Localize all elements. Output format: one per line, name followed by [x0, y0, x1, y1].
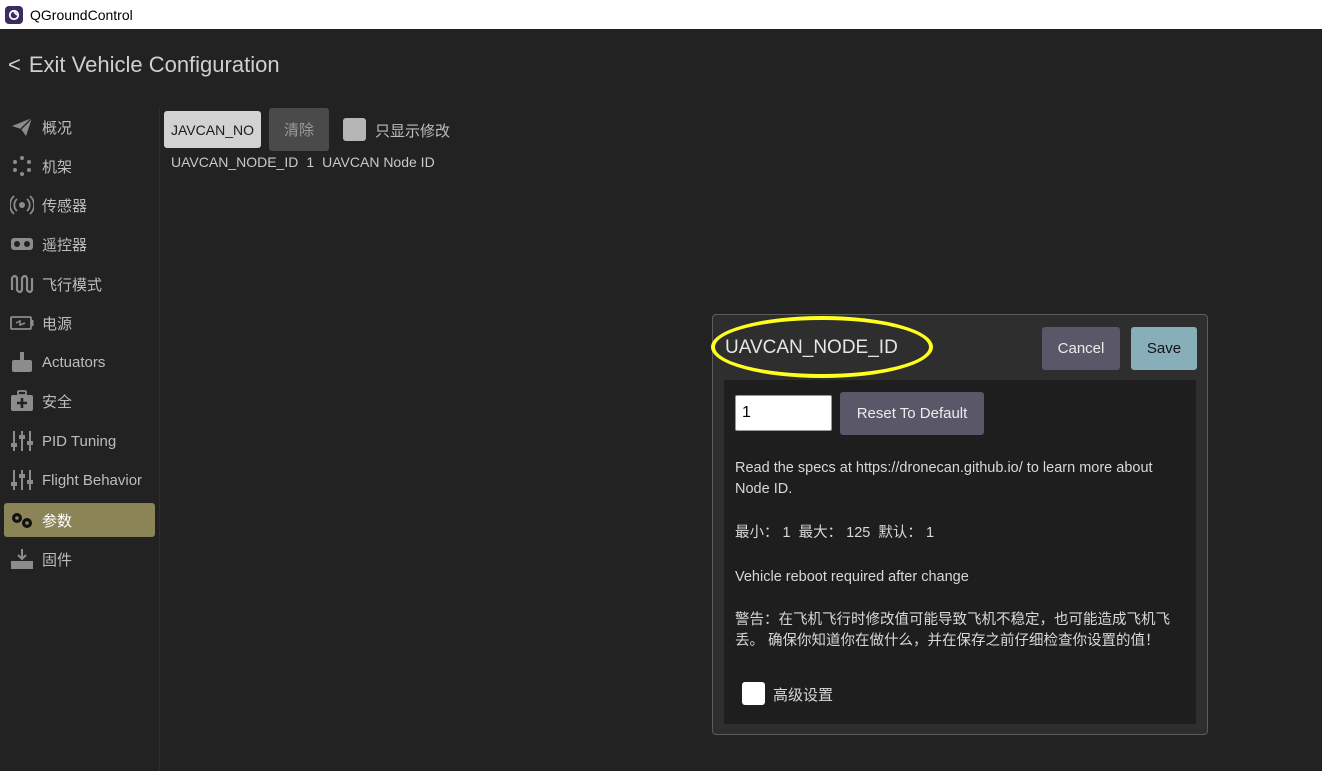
- sidebar-item-label: 遥控器: [42, 236, 88, 254]
- remote-control-icon: [10, 232, 34, 256]
- save-button[interactable]: Save: [1131, 327, 1197, 370]
- sidebar-item-flight-behavior[interactable]: Flight Behavior: [4, 463, 155, 497]
- sidebar-item-summary[interactable]: 概况: [4, 110, 155, 144]
- sidebar-item-power[interactable]: 电源: [4, 306, 155, 340]
- download-icon: [10, 547, 34, 571]
- parameter-row[interactable]: UAVCAN_NODE_ID 1 UAVCAN Node ID: [171, 152, 443, 172]
- dialog-body: Reset To Default Read the specs at https…: [724, 380, 1196, 724]
- sidebar-item-pid-tuning[interactable]: PID Tuning: [4, 424, 155, 458]
- sidebar: 概况 机架 传感器 遥控器 飞行模式 电源 Actuators 安全 PID T…: [0, 107, 160, 771]
- sidebar-item-label: PID Tuning: [42, 432, 117, 450]
- sidebar-item-label: 飞行模式: [42, 276, 103, 294]
- sidebar-item-airframe[interactable]: 机架: [4, 149, 155, 183]
- parameter-name: UAVCAN_NODE_ID: [171, 154, 299, 170]
- warning-text: 警告：在飞机飞行时修改值可能导致飞机不稳定，也可能造成飞机飞丢。 确保你知道你在…: [735, 612, 1170, 649]
- parameter-description: UAVCAN Node ID: [322, 154, 435, 170]
- sidebar-item-label: Actuators: [42, 353, 106, 371]
- sidebar-item-flight-modes[interactable]: 飞行模式: [4, 267, 155, 301]
- battery-icon: [10, 311, 34, 335]
- show-modified-only-label: 只显示修改: [375, 122, 451, 140]
- advanced-settings-checkbox[interactable]: [742, 682, 765, 705]
- range-text: 最小： 1 最大： 125 默认： 1: [735, 525, 935, 541]
- first-aid-icon: [10, 389, 34, 413]
- sidebar-item-label: 参数: [42, 512, 73, 530]
- parameter-edit-dialog: UAVCAN_NODE_ID Cancel Save Reset To Defa…: [711, 314, 1208, 735]
- exit-vehicle-configuration-button[interactable]: < Exit Vehicle Configuration: [8, 50, 280, 80]
- sliders-icon: [10, 468, 34, 492]
- sidebar-item-label: Flight Behavior: [42, 471, 143, 489]
- sidebar-item-radio[interactable]: 遥控器: [4, 227, 155, 261]
- paper-plane-icon: [10, 115, 34, 139]
- sidebar-item-label: 电源: [42, 315, 73, 333]
- reboot-required-text: Vehicle reboot required after change: [735, 569, 969, 585]
- sidebar-item-label: 固件: [42, 551, 73, 569]
- qgc-app-icon: [5, 5, 23, 24]
- sidebar-item-label: 传感器: [42, 197, 88, 215]
- reset-to-default-button[interactable]: Reset To Default: [840, 392, 984, 435]
- sidebar-item-label: 安全: [42, 393, 73, 411]
- exit-label: Exit Vehicle Configuration: [28, 52, 280, 77]
- cancel-button[interactable]: Cancel: [1042, 327, 1120, 370]
- window-title: QGroundControl: [30, 6, 133, 23]
- parameter-value-input[interactable]: [735, 395, 832, 431]
- show-modified-only-checkbox[interactable]: [343, 118, 366, 141]
- sidebar-item-actuators[interactable]: Actuators: [4, 345, 155, 379]
- sidebar-item-sensors[interactable]: 传感器: [4, 188, 155, 222]
- clear-button[interactable]: 清除: [269, 108, 329, 151]
- sidebar-item-firmware[interactable]: 固件: [4, 542, 155, 576]
- actuator-icon: [10, 350, 34, 374]
- parameter-value: 1: [306, 154, 315, 170]
- help-text: Read the specs at https://dronecan.githu…: [735, 460, 1153, 497]
- dots-circle-icon: [10, 154, 34, 178]
- radio-waves-icon: [10, 193, 34, 217]
- sidebar-item-parameters[interactable]: 参数: [4, 503, 155, 537]
- dialog-title: UAVCAN_NODE_ID: [711, 316, 933, 378]
- window-titlebar: QGroundControl: [0, 0, 1322, 29]
- advanced-settings-label: 高级设置: [773, 686, 834, 704]
- gears-icon: [10, 508, 34, 532]
- sidebar-item-label: 机架: [42, 158, 73, 176]
- highlight-annotation-ellipse: [711, 316, 933, 378]
- chevron-left-icon: <: [8, 52, 21, 77]
- sliders-icon: [10, 429, 34, 453]
- waveform-icon: [10, 272, 34, 296]
- sidebar-item-safety[interactable]: 安全: [4, 384, 155, 418]
- sidebar-item-label: 概况: [42, 119, 73, 137]
- parameter-search-input[interactable]: JAVCAN_NO: [164, 111, 261, 148]
